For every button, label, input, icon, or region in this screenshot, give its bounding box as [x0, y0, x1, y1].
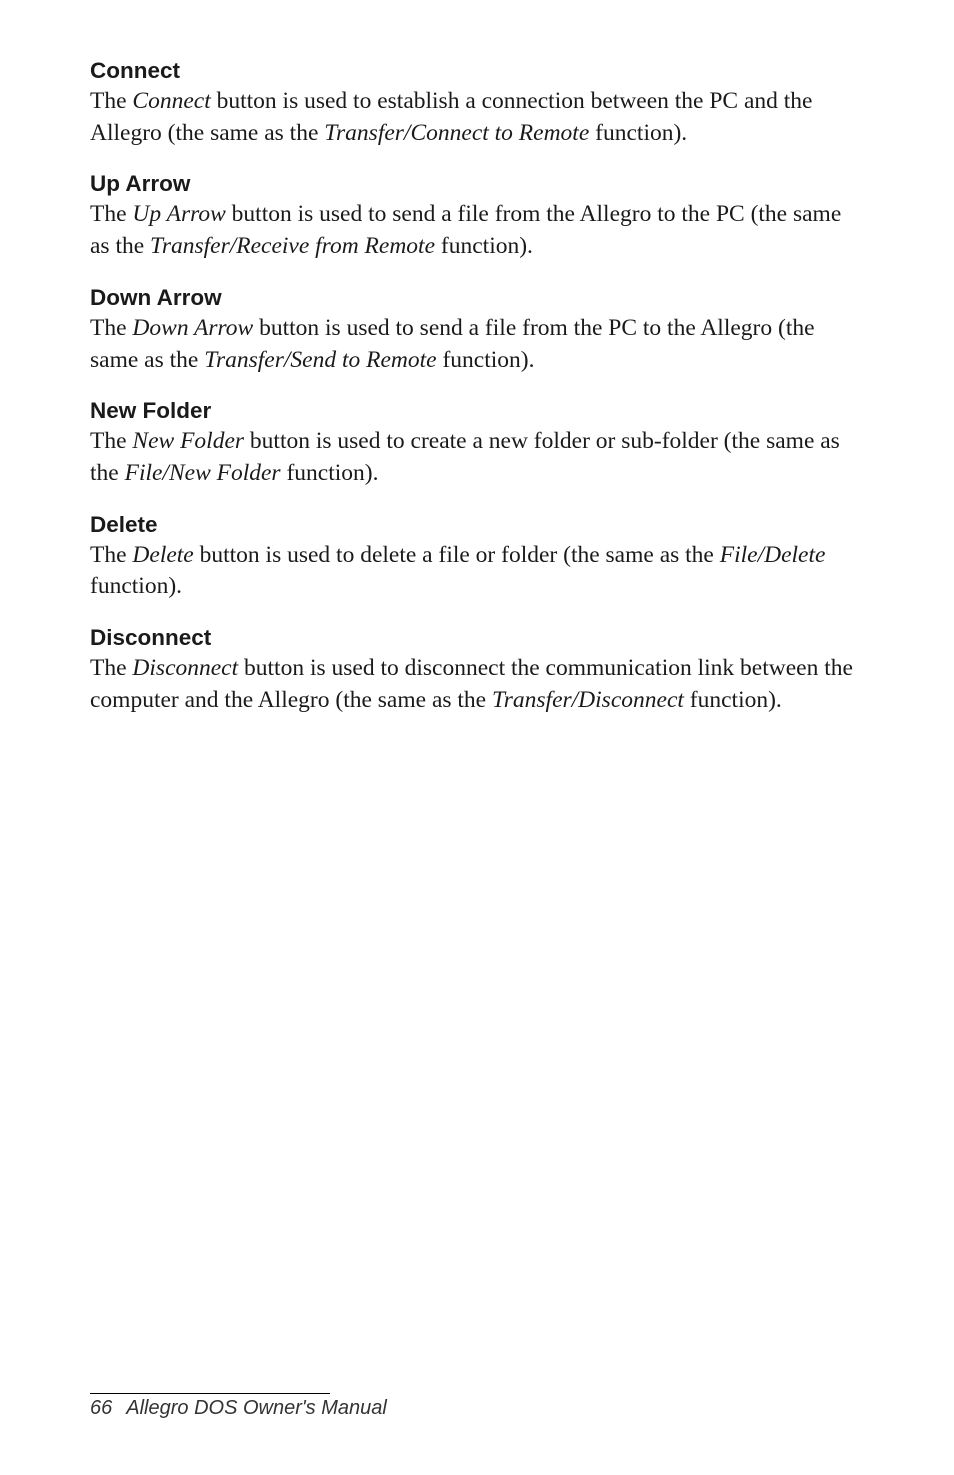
manual-title: Allegro DOS Owner's Manual: [126, 1397, 387, 1419]
italic-term: Down Arrow: [132, 315, 253, 341]
heading-disconnect: Disconnect: [90, 625, 864, 651]
body-new-folder: The New Folder button is used to create …: [90, 426, 864, 489]
italic-term: Transfer/Disconnect: [492, 687, 684, 713]
text: The: [90, 542, 132, 568]
footer-divider: [90, 1393, 330, 1394]
page-footer: 66Allegro DOS Owner's Manual: [90, 1393, 864, 1420]
heading-new-folder: New Folder: [90, 398, 864, 424]
italic-term: Disconnect: [132, 655, 238, 681]
italic-term: File/New Folder: [125, 460, 281, 486]
text: The: [90, 88, 132, 114]
text: button is used to delete a file or folde…: [194, 542, 720, 568]
text: function).: [437, 347, 535, 373]
text: function).: [684, 687, 782, 713]
body-delete: The Delete button is used to delete a fi…: [90, 540, 864, 603]
text: function).: [589, 120, 687, 146]
heading-delete: Delete: [90, 512, 864, 538]
text: The: [90, 655, 132, 681]
italic-term: Transfer/Receive from Remote: [150, 233, 435, 259]
body-down-arrow: The Down Arrow button is used to send a …: [90, 313, 864, 376]
body-connect: The Connect button is used to establish …: [90, 86, 864, 149]
italic-term: File/Delete: [720, 542, 826, 568]
heading-up-arrow: Up Arrow: [90, 171, 864, 197]
footer-text: 66Allegro DOS Owner's Manual: [90, 1397, 864, 1420]
body-up-arrow: The Up Arrow button is used to send a fi…: [90, 199, 864, 262]
italic-term: Transfer/Connect to Remote: [324, 120, 589, 146]
body-disconnect: The Disconnect button is used to disconn…: [90, 653, 864, 716]
heading-down-arrow: Down Arrow: [90, 285, 864, 311]
italic-term: Transfer/Send to Remote: [204, 347, 436, 373]
text: The: [90, 315, 132, 341]
text: The: [90, 201, 132, 227]
text: function).: [90, 573, 182, 599]
text: function).: [435, 233, 533, 259]
heading-connect: Connect: [90, 58, 864, 84]
italic-term: Connect: [132, 88, 210, 114]
italic-term: Up Arrow: [132, 201, 225, 227]
italic-term: Delete: [132, 542, 193, 568]
page-number: 66: [90, 1397, 126, 1419]
text: The: [90, 428, 132, 454]
text: function).: [281, 460, 379, 486]
italic-term: New Folder: [132, 428, 244, 454]
